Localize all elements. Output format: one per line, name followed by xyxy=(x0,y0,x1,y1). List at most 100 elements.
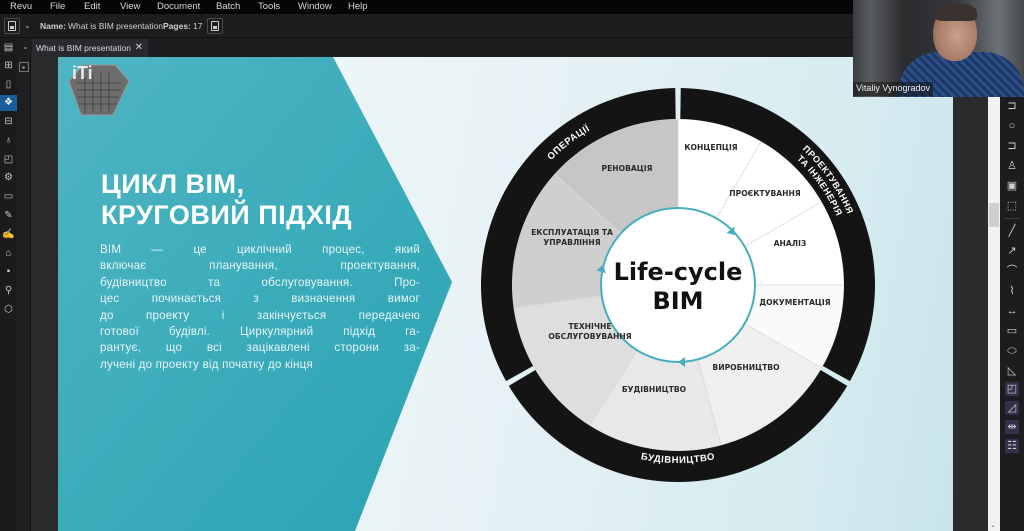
scrollbar-thumb[interactable] xyxy=(989,203,999,227)
body-line: включає планування, проектування, xyxy=(100,259,420,273)
slide-title: ЦИКЛ BIM, КРУГОВИЙ ПІДХІД xyxy=(101,169,421,231)
search-icon[interactable]: ⚲ xyxy=(2,284,15,297)
menu-help[interactable]: Help xyxy=(348,1,368,12)
stage-label-line: ЕКСПЛУАТАЦІЯ ТА xyxy=(531,228,613,237)
vertical-scrollbar[interactable]: ⌄ xyxy=(988,97,1000,531)
line-icon[interactable]: ╱ xyxy=(1005,224,1019,238)
title-line: КРУГОВИЙ ПІДХІД xyxy=(101,200,353,230)
close-icon[interactable]: ✕ xyxy=(135,42,143,53)
menu-file[interactable]: File xyxy=(50,1,65,12)
stage-label-line: ОБСЛУГОВУВАННЯ xyxy=(548,332,631,341)
tab-label: What is BIM presentation xyxy=(36,43,131,53)
stage-label: ВИРОБНИЦТВО xyxy=(712,363,780,372)
arc-icon[interactable]: ⌒ xyxy=(1005,264,1019,278)
scroll-down-icon[interactable]: ⌄ xyxy=(990,521,996,529)
iti-logo: iTi xyxy=(68,63,130,116)
page-count: 17 xyxy=(193,21,203,31)
participant-hair xyxy=(935,3,977,21)
toolbar-separator xyxy=(1004,218,1020,219)
svg-text:iTi: iTi xyxy=(72,63,93,83)
ellipse-icon[interactable]: ⬭ xyxy=(1005,344,1019,358)
signatures-icon[interactable]: ✍ xyxy=(2,228,15,241)
stage-label-line: ВИРОБНИЦТВО xyxy=(712,363,780,372)
stage-label: БУДІВНИЦТВО xyxy=(622,385,687,394)
menu-tools[interactable]: Tools xyxy=(258,1,280,12)
bim-lifecycle-diagram: ОПЕРАЦІЇ ПРОЕКТУВАННЯ ТА ІНЖЕНЕРІЯ БУДІВ… xyxy=(481,88,875,482)
menu-window[interactable]: Window xyxy=(298,1,332,12)
collapsed-panel xyxy=(17,57,31,531)
area-icon[interactable]: ◰ xyxy=(1005,382,1019,396)
center-title-line2: BIM xyxy=(652,287,703,315)
stage-label-line: КОНЦЕПЦІЯ xyxy=(684,143,737,152)
menu-view[interactable]: View xyxy=(120,1,140,12)
stage-label-line: УПРАВЛІННЯ xyxy=(543,238,600,247)
body-line: цес починається з визначення вимог xyxy=(100,292,420,306)
tags-icon[interactable]: ⌂ xyxy=(2,247,15,260)
chevron-down-icon[interactable]: ⌄ xyxy=(24,21,31,30)
title-line: ЦИКЛ BIM, xyxy=(101,169,245,199)
sketch-icon[interactable]: ◰ xyxy=(2,153,15,166)
document-menu-button[interactable] xyxy=(4,18,20,34)
file-access-icon[interactable]: ▪ xyxy=(2,265,15,278)
callout-icon[interactable]: ⊐ xyxy=(1005,139,1019,153)
measure-icon[interactable]: ▭ xyxy=(2,190,15,203)
name-label: Name: xyxy=(40,21,66,31)
body-line: BIM — це циклічний процес, який xyxy=(100,243,420,256)
expand-panel-icon[interactable]: ▸ xyxy=(19,62,29,72)
stage-label-line: АНАЛІЗ xyxy=(774,239,807,248)
body-line: лучені до проекту від початку до кінця xyxy=(100,357,313,371)
bookmarks-icon[interactable]: ▯ xyxy=(2,78,15,91)
webcam-video: Vitaliy Vynogradov xyxy=(853,0,1024,97)
menu-document[interactable]: Document xyxy=(157,1,200,12)
menu-batch[interactable]: Batch xyxy=(216,1,240,12)
body-line: до проекту і закінчується передачею xyxy=(100,308,420,322)
participant-name: Vitaliy Vynogradov xyxy=(853,82,934,96)
center-title-line1: Life-cycle xyxy=(614,258,743,286)
stage-label-line: ПРОЄКТУВАННЯ xyxy=(729,189,801,198)
stage-label: АНАЛІЗ xyxy=(774,239,807,248)
stage-label-line: ТЕХНІЧНЕ xyxy=(568,322,611,331)
new-document-icon xyxy=(211,21,219,31)
polyline-icon[interactable]: ⌇ xyxy=(1005,284,1019,298)
layers-icon[interactable]: ❖ xyxy=(0,95,17,111)
circle-icon[interactable]: ○ xyxy=(1005,119,1019,133)
stage-label: ПРОЄКТУВАННЯ xyxy=(729,189,801,198)
markups-icon[interactable]: ♁ xyxy=(2,134,15,147)
stage-label-line: БУДІВНИЦТВО xyxy=(622,385,687,394)
studio-icon[interactable]: ⚙ xyxy=(2,171,15,184)
left-panel-sidebar: ▤ ⊞ ▯ ❖ ⊟ ♁ ◰ ⚙ ▭ ✎ ✍ ⌂ ▪ ⚲ ⬡ xyxy=(0,38,17,531)
stage-label-line: ДОКУМЕНТАЦІЯ xyxy=(759,298,830,307)
body-line: рантує, що всі зацікавлені сторони за- xyxy=(100,341,420,355)
tabs-dropdown-icon[interactable]: ⌄ xyxy=(22,42,29,51)
sector-icon[interactable]: ◿ xyxy=(1005,401,1019,415)
arrow-icon[interactable]: ↗ xyxy=(1005,244,1019,258)
workspace-gutter-left xyxy=(31,57,58,531)
image-icon[interactable]: ▣ xyxy=(1005,179,1019,193)
dimension-icon[interactable]: ↔ xyxy=(1005,304,1019,318)
count-icon[interactable]: ☷ xyxy=(1005,439,1019,453)
menu-edit[interactable]: Edit xyxy=(84,1,100,12)
slide-body-text: BIM — це циклічний процес, який включає … xyxy=(100,242,420,373)
forms-icon[interactable]: ✎ xyxy=(2,209,15,222)
stamp-icon[interactable]: ♙ xyxy=(1005,159,1019,173)
pages-label: Pages: xyxy=(163,21,191,31)
panel-icon[interactable]: ▤ xyxy=(2,41,15,54)
thumbnails-icon[interactable]: ⊞ xyxy=(2,59,15,72)
text-box-icon[interactable]: ⊐ xyxy=(1005,99,1019,113)
body-line: готової будівлі. Циркулярний підхід га- xyxy=(100,325,420,339)
polygon-icon[interactable]: ◺ xyxy=(1005,364,1019,378)
workspace-gutter-right xyxy=(953,57,988,531)
body-line: будівництво та обслуговування. Про- xyxy=(100,275,420,289)
menu-revu[interactable]: Revu xyxy=(10,1,32,12)
rectangle-icon[interactable]: ▭ xyxy=(1005,324,1019,338)
toolchest-icon[interactable]: ⊟ xyxy=(2,115,15,128)
document-properties-button[interactable] xyxy=(207,18,223,34)
markup-tools-bar: ⊐ ○ ⊐ ♙ ▣ ⬚ ╱ ↗ ⌒ ⌇ ↔ ▭ ⬭ ◺ ◰ ◿ ⇹ ☷ xyxy=(1000,97,1024,531)
document-name: What is BIM presentation xyxy=(68,21,163,31)
crop-icon[interactable]: ⬚ xyxy=(1005,199,1019,213)
length-icon[interactable]: ⇹ xyxy=(1005,420,1019,434)
tab-what-is-bim-presentation[interactable]: What is BIM presentation ✕ xyxy=(32,39,148,57)
stage-label: КОНЦЕПЦІЯ xyxy=(684,143,737,152)
revu-window: Revu File Edit View Document Batch Tools… xyxy=(0,0,1024,531)
spaces-icon[interactable]: ⬡ xyxy=(2,303,15,316)
